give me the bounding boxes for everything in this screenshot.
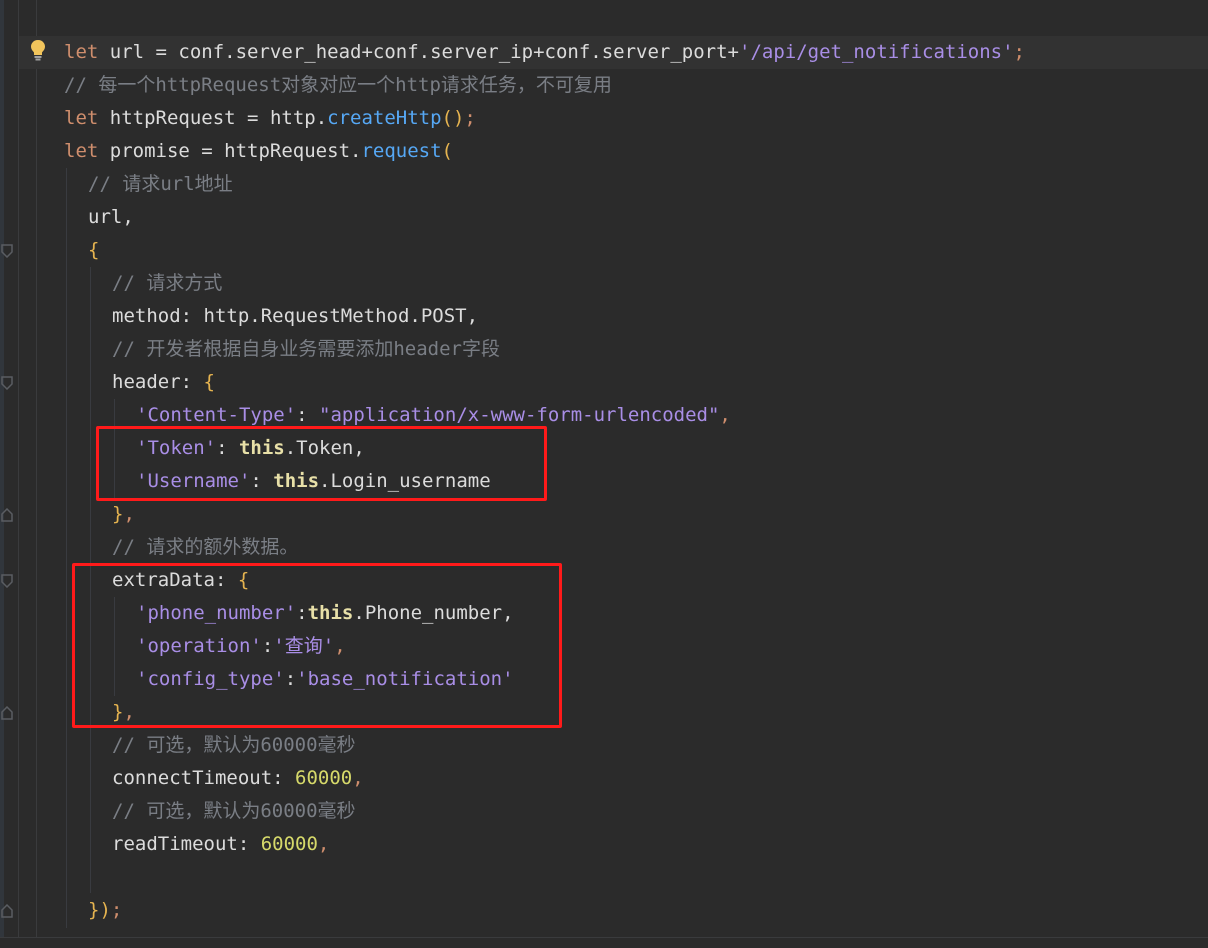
editor-gutter[interactable] xyxy=(0,0,19,947)
code-comment: // 可选，默认为60000毫秒 xyxy=(112,734,356,756)
fold-marker-icon[interactable] xyxy=(1,376,13,390)
fold-marker-icon[interactable] xyxy=(1,904,13,918)
gutter-change-strip xyxy=(0,0,4,947)
highlight-box-header-auth xyxy=(96,426,547,501)
code-line: { xyxy=(88,239,100,261)
fold-marker-icon[interactable] xyxy=(1,574,13,588)
code-line: method: http.RequestMethod.POST, xyxy=(112,305,479,327)
code-line: url, xyxy=(88,206,134,228)
indent-guide xyxy=(66,168,67,928)
lightbulb-icon[interactable] xyxy=(28,38,48,62)
code-comment: // 请求的额外数据。 xyxy=(112,536,299,558)
code-comment: // 可选，默认为60000毫秒 xyxy=(112,800,356,822)
code-line: let url = conf.server_head+conf.server_i… xyxy=(64,41,1025,63)
code-comment: // 开发者根据自身业务需要添加header字段 xyxy=(112,338,500,360)
code-line: let promise = httpRequest.request( xyxy=(64,140,453,162)
code-line: header: { xyxy=(112,371,215,393)
gutter-separator xyxy=(36,0,37,947)
code-comment: // 请求url地址 xyxy=(88,173,233,195)
fold-marker-icon[interactable] xyxy=(1,508,13,522)
code-line: }); xyxy=(88,899,123,921)
fold-marker-icon[interactable] xyxy=(1,706,13,720)
code-line: readTimeout: 60000, xyxy=(112,833,330,855)
code-line: connectTimeout: 60000, xyxy=(112,767,364,789)
fold-marker-icon[interactable] xyxy=(1,244,13,258)
code-line: let httpRequest = http.createHttp(); xyxy=(64,107,476,129)
code-comment: // 每一个httpRequest对象对应一个http请求任务，不可复用 xyxy=(64,74,612,96)
code-comment: // 请求方式 xyxy=(112,272,223,294)
code-line: }, xyxy=(112,503,135,525)
code-editor[interactable]: let url = conf.server_head+conf.server_i… xyxy=(0,0,1208,948)
highlight-box-extra-data xyxy=(72,563,562,728)
horizontal-scrollbar[interactable] xyxy=(0,937,1208,948)
